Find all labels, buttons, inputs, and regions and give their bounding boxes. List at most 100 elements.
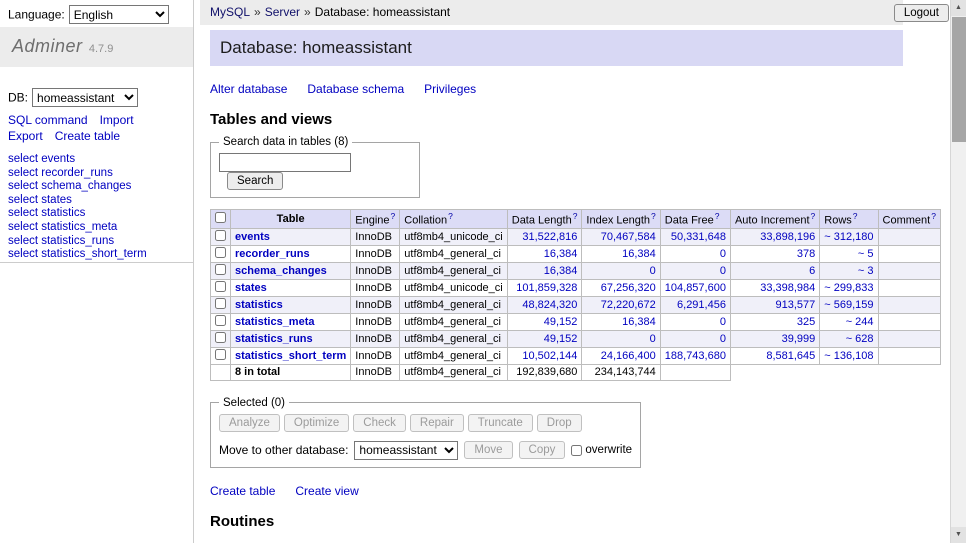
logout-button[interactable]: Logout [894,4,949,22]
help-icon[interactable]: ? [651,211,656,221]
checkbox-cell [211,330,231,347]
link-select-statistics-runs[interactable]: select statistics_runs [8,235,147,249]
move-db-select[interactable]: homeassistant [354,441,458,460]
column-header-comment: Comment? [878,210,940,229]
total-data-length: 192,839,680 [507,364,582,380]
repair-button[interactable]: Repair [410,414,464,432]
help-icon[interactable]: ? [853,211,858,221]
copy-button[interactable]: Copy [519,441,566,459]
cell-auto-increment: 378 [730,245,819,262]
overwrite-checkbox[interactable] [571,445,582,456]
link-select-events[interactable]: select events [8,153,147,167]
cell-collation: utf8mb4_unicode_ci [400,228,507,245]
link-create-view[interactable]: Create view [295,484,358,498]
link-select-states[interactable]: select states [8,194,147,208]
cell-name: statistics_runs [231,330,351,347]
table-row-statistics_runs: statistics_runsInnoDButf8mb4_general_ci4… [211,330,941,347]
total-data-free [660,364,730,380]
help-icon[interactable]: ? [448,211,453,221]
table-link-statistics[interactable]: statistics [235,299,283,311]
breadcrumb-link-mysql[interactable]: MySQL [210,5,250,19]
table-link-statistics_short_term[interactable]: statistics_short_term [235,350,346,362]
app-version: 4.7.9 [89,43,113,55]
breadcrumb-current: Database: homeassistant [315,5,450,19]
move-button[interactable]: Move [464,441,512,459]
breadcrumb-link-server[interactable]: Server [265,5,300,19]
truncate-button[interactable]: Truncate [468,414,533,432]
cell-name: statistics [231,296,351,313]
search-input[interactable] [219,153,351,172]
scroll-up-icon[interactable]: ▲ [951,0,966,16]
cell-name: states [231,279,351,296]
link-import[interactable]: Import [100,113,134,127]
row-checkbox-schema_changes[interactable] [215,264,226,275]
cell-name: recorder_runs [231,245,351,262]
select-all-cell [211,210,231,229]
main-content: Database: homeassistant Alter databaseDa… [210,25,956,543]
sidebar: Language:English Adminer 4.7.9 DB:homeas… [0,0,194,543]
link-privileges[interactable]: Privileges [424,82,476,96]
cell-index-length: 24,166,400 [582,347,660,364]
search-legend: Search data in tables (8) [219,136,352,148]
search-button[interactable]: Search [227,172,283,190]
cell-collation: utf8mb4_general_ci [400,262,507,279]
help-icon[interactable]: ? [391,211,396,221]
cell-auto-increment: 33,398,984 [730,279,819,296]
help-icon[interactable]: ? [715,211,720,221]
link-sql-command[interactable]: SQL command [8,113,88,127]
row-checkbox-statistics_short_term[interactable] [215,349,226,360]
link-select-recorder-runs[interactable]: select recorder_runs [8,167,147,181]
table-link-statistics_runs[interactable]: statistics_runs [235,333,313,345]
cell-comment [878,313,940,330]
sidebar-divider [0,262,193,263]
selected-buttons-row: AnalyzeOptimizeCheckRepairTruncateDrop [219,414,632,432]
select-all-checkbox[interactable] [215,212,226,223]
checkbox-cell [211,296,231,313]
help-icon[interactable]: ? [931,211,936,221]
row-checkbox-states[interactable] [215,281,226,292]
help-icon[interactable]: ? [811,211,816,221]
sidebar-actions-row1: SQL command Import [8,113,146,127]
link-create-table[interactable]: Create table [55,129,120,143]
cell-name: schema_changes [231,262,351,279]
link-export[interactable]: Export [8,129,43,143]
table-link-states[interactable]: states [235,282,267,294]
optimize-button[interactable]: Optimize [284,414,349,432]
link-create-table[interactable]: Create table [210,484,275,498]
row-checkbox-recorder_runs[interactable] [215,247,226,258]
link-select-schema-changes[interactable]: select schema_changes [8,180,147,194]
cell-auto-increment: 33,898,196 [730,228,819,245]
link-select-statistics-short-term[interactable]: select statistics_short_term [8,248,147,262]
language-label: Language: [8,8,65,22]
table-total-row: 8 in total InnoDB utf8mb4_general_ci 192… [211,364,941,380]
table-link-schema_changes[interactable]: schema_changes [235,265,327,277]
tables-table: TableEngine?Collation?Data Length?Index … [210,209,941,381]
check-button[interactable]: Check [353,414,406,432]
help-icon[interactable]: ? [573,211,578,221]
link-select-statistics-meta[interactable]: select statistics_meta [8,221,147,235]
row-checkbox-statistics_meta[interactable] [215,315,226,326]
cell-index-length: 16,384 [582,245,660,262]
cell-data-free: 50,331,648 [660,228,730,245]
move-label: Move to other database: [219,443,348,457]
table-link-recorder_runs[interactable]: recorder_runs [235,248,310,260]
table-link-statistics_meta[interactable]: statistics_meta [235,316,315,328]
link-database-schema[interactable]: Database schema [307,82,404,96]
row-checkbox-events[interactable] [215,230,226,241]
drop-button[interactable]: Drop [537,414,582,432]
checkbox-cell [211,262,231,279]
cell-data-length: 31,522,816 [507,228,582,245]
analyze-button[interactable]: Analyze [219,414,280,432]
row-checkbox-statistics_runs[interactable] [215,332,226,343]
column-header-collation: Collation? [400,210,507,229]
link-alter-database[interactable]: Alter database [210,82,287,96]
cell-rows: ~ 136,108 [820,347,878,364]
row-checkbox-statistics[interactable] [215,298,226,309]
table-link-events[interactable]: events [235,231,270,243]
link-select-statistics[interactable]: select statistics [8,207,147,221]
db-select[interactable]: homeassistant [32,88,138,107]
cell-data-length: 49,152 [507,330,582,347]
cell-engine: InnoDB [351,296,400,313]
language-select[interactable]: English [69,5,169,24]
db-label: DB: [8,91,28,105]
